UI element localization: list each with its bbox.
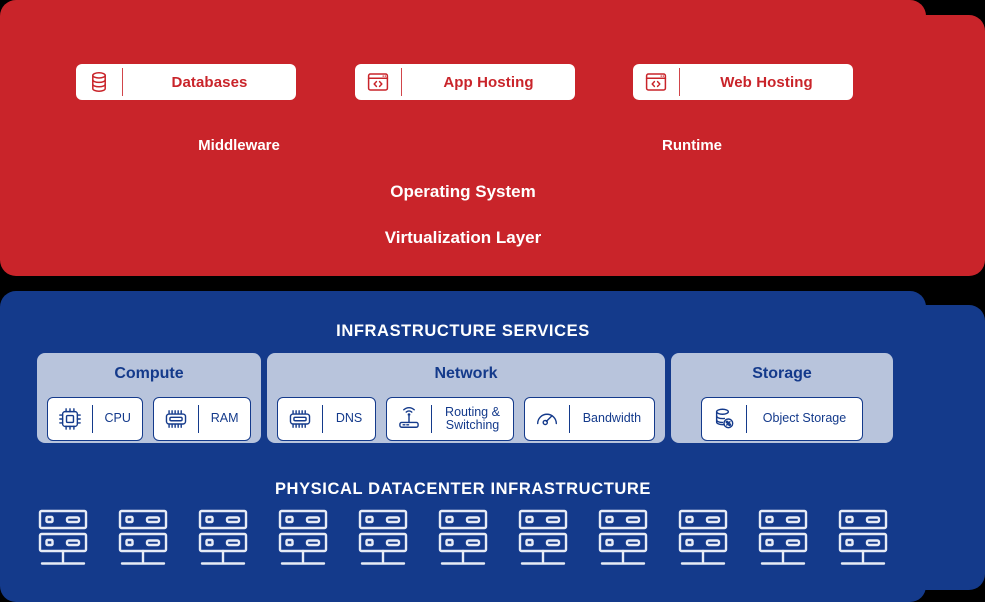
server-rack-icon <box>756 508 810 574</box>
paas-chip-label: Databases <box>171 73 248 91</box>
service-chip-bandwidth[interactable]: Bandwidth <box>523 397 655 441</box>
subpanel-compute: Compute CPU RAM <box>37 353 261 443</box>
database-icon <box>86 69 112 95</box>
paas-label-runtime: Runtime <box>662 137 722 154</box>
infrastructure-services-heading: INFRASTRUCTURE SERVICES <box>336 322 590 340</box>
server-rack-icon <box>356 508 410 574</box>
server-rack-row <box>0 508 926 574</box>
chip-divider <box>746 405 747 433</box>
chip-divider <box>679 68 680 96</box>
server-rack-icon <box>596 508 650 574</box>
subpanel-title: Network <box>434 365 498 382</box>
paas-chip-app-hosting[interactable]: App Hosting <box>355 64 575 100</box>
speedometer-icon <box>533 405 561 433</box>
server-rack-icon <box>836 508 890 574</box>
chip-divider <box>568 405 570 433</box>
subpanel-chip-group: DNS Routing & Switching Bandwidth <box>277 397 655 441</box>
code-window-icon <box>643 69 669 95</box>
physical-datacenter-heading: PHYSICAL DATACENTER INFRASTRUCTURE <box>274 480 652 498</box>
service-chip-ram[interactable]: RAM <box>153 397 251 441</box>
service-chip-label: Object Storage <box>762 411 847 426</box>
subpanel-chip-group: Object Storage <box>701 397 863 441</box>
service-chip-dns[interactable]: DNS <box>277 397 377 441</box>
chip-divider <box>322 405 323 433</box>
chip-divider <box>401 68 402 96</box>
service-chip-label: RAM <box>210 411 239 426</box>
paas-chip-databases[interactable]: Databases <box>76 64 296 100</box>
service-chip-object-storage[interactable]: Object Storage <box>701 397 863 441</box>
chip-divider <box>92 405 93 433</box>
paas-chip-web-hosting[interactable]: Web Hosting <box>633 64 853 100</box>
subpanel-chip-group: CPU RAM <box>47 397 251 441</box>
server-rack-icon <box>676 508 730 574</box>
service-chip-label: CPU <box>104 411 131 426</box>
chip-divider <box>122 68 123 96</box>
server-rack-icon <box>516 508 570 574</box>
memory-module-icon <box>286 405 314 433</box>
router-wifi-icon <box>395 405 423 433</box>
paas-chip-label: App Hosting <box>443 73 534 91</box>
object-storage-icon <box>710 405 738 433</box>
cloud-stack-diagram: Databases App Hosting Web Hosting Middle… <box>0 0 985 602</box>
paas-label-operating-system: Operating System <box>390 182 536 201</box>
chip-divider <box>431 405 433 433</box>
server-rack-icon <box>116 508 170 574</box>
subpanel-storage: Storage Object Storage <box>671 353 893 443</box>
server-rack-icon <box>36 508 90 574</box>
code-window-icon <box>365 69 391 95</box>
memory-module-icon <box>162 405 190 433</box>
server-rack-icon <box>196 508 250 574</box>
paas-chip-label: Web Hosting <box>720 73 813 91</box>
chip-divider <box>198 405 200 433</box>
subpanel-title: Storage <box>752 365 812 382</box>
server-rack-icon <box>276 508 330 574</box>
server-rack-icon <box>436 508 490 574</box>
cpu-chip-icon <box>56 405 84 433</box>
subpanel-network: Network DNS Routing & Switching Bandwidt… <box>267 353 665 443</box>
subpanel-title: Compute <box>114 365 184 382</box>
service-chip-label: Routing & Switching <box>445 404 500 432</box>
service-chip-routing-switching[interactable]: Routing & Switching <box>386 397 514 441</box>
service-chip-label: DNS <box>335 411 363 426</box>
paas-label-middleware: Middleware <box>198 137 280 154</box>
service-chip-label: Bandwidth <box>582 411 642 426</box>
paas-label-virtualization-layer: Virtualization Layer <box>384 228 542 247</box>
service-chip-cpu[interactable]: CPU <box>47 397 144 441</box>
